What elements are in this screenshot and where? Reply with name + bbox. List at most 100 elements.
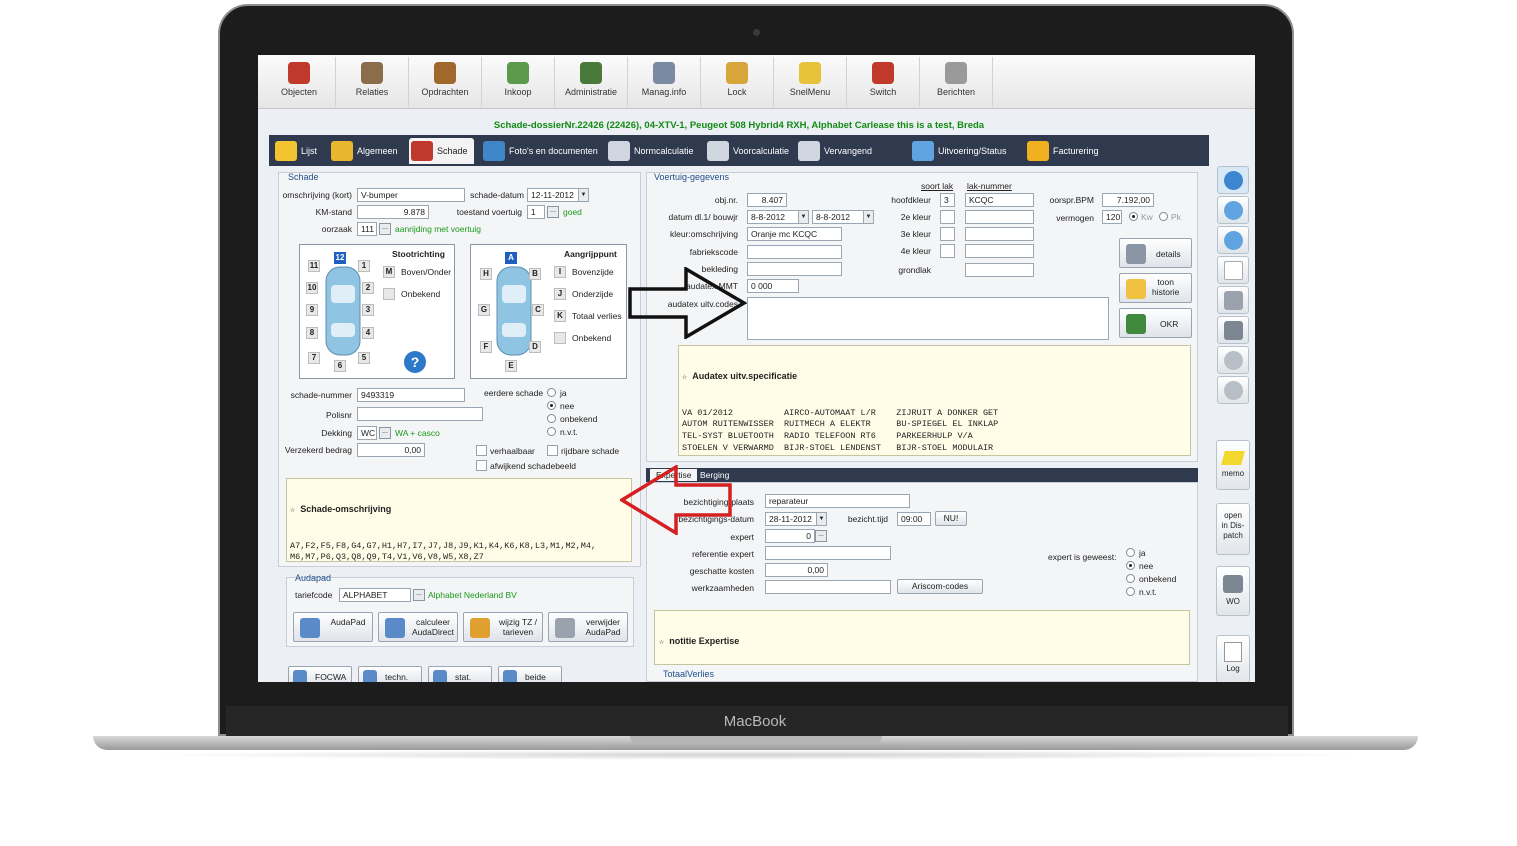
pk-radio[interactable] (1159, 212, 1168, 221)
aangrijp-letter-f[interactable]: F (480, 341, 492, 353)
eerdere-radio-ja[interactable] (547, 388, 556, 397)
stoot-key-m[interactable]: M (383, 266, 395, 278)
soort-lak-input[interactable] (940, 244, 955, 258)
okr-button[interactable]: OKR (1119, 308, 1192, 338)
eerdere-radio-nee[interactable] (547, 401, 556, 410)
aangrijp-letter-e[interactable]: E (505, 360, 517, 372)
stoot-number-2[interactable]: 2 (362, 282, 374, 294)
bottom-button-beide[interactable]: beide (498, 666, 562, 682)
stoot-number-8[interactable]: 8 (306, 327, 318, 339)
verzekerd-input[interactable]: 0,00 (357, 443, 425, 457)
bpm-input[interactable]: 7.192,00 (1102, 193, 1154, 207)
wo-button[interactable]: WO (1216, 566, 1250, 616)
tab-foto-s-en-documenten[interactable]: Foto's en documenten (481, 138, 601, 164)
open-dispatch-button[interactable]: open in Dis- patch (1216, 503, 1250, 555)
soort-lak-input[interactable] (940, 210, 955, 224)
grondlak-input[interactable] (965, 263, 1034, 277)
power-button[interactable] (1217, 166, 1249, 194)
soort-lak-input[interactable]: 3 (940, 193, 955, 207)
toolbar-relaties[interactable]: Relaties (336, 57, 409, 107)
stoot-number-5[interactable]: 5 (358, 352, 370, 364)
soort-lak-input[interactable] (940, 227, 955, 241)
tariefcode-lookup-button[interactable]: ... (413, 589, 425, 601)
scroll-up-button[interactable] (1217, 196, 1249, 224)
kw-radio[interactable] (1129, 212, 1138, 221)
eerdere-radio-onbekend[interactable] (547, 414, 556, 423)
print-button[interactable] (1217, 316, 1249, 344)
mmt-input[interactable]: 0 000 (747, 279, 799, 293)
schade-omschrijving-memo[interactable]: ☆ Schade-omschrijving A7,F2,F5,F8,G4,G7,… (286, 478, 632, 562)
toolbar-berichten[interactable]: Berichten (920, 57, 993, 107)
aangrijp-letter-d[interactable]: D (529, 341, 541, 353)
aangrijp-key-i[interactable]: I (554, 266, 566, 278)
scroll-down-button[interactable] (1217, 226, 1249, 254)
stoot-number-4[interactable]: 4 (362, 327, 374, 339)
polisnr-input[interactable] (357, 407, 483, 421)
kleur-input[interactable]: Oranje mc KCQC (747, 227, 842, 241)
tab-normcalculatie[interactable]: Normcalculatie (606, 138, 698, 164)
audapad-button-2[interactable]: wijzig TZ / tarieven (463, 612, 543, 642)
plaats-input[interactable]: reparateur (765, 494, 910, 508)
memo-button[interactable]: memo (1216, 440, 1250, 490)
toolbar-manag-info[interactable]: Manag.info (628, 57, 701, 107)
geweest-radio-nvt[interactable] (1126, 587, 1135, 596)
stoot-number-7[interactable]: 7 (308, 352, 320, 364)
tab-uitvoering-status[interactable]: Uitvoering/Status (910, 138, 1020, 164)
vermogen-input[interactable]: 120 (1102, 210, 1122, 224)
stoot-number-9[interactable]: 9 (306, 304, 318, 316)
schade-nummer-input[interactable]: 9493319 (357, 388, 465, 402)
schade-datum-input[interactable]: 12-11-2012 ▼ (527, 188, 589, 202)
aangrijp-letter-a[interactable]: A (505, 252, 517, 264)
eerdere-radio-nvt[interactable] (547, 427, 556, 436)
bezicht-tijd-input[interactable]: 09:00 (897, 512, 931, 526)
stoot-number-1[interactable]: 1 (358, 260, 370, 272)
toolbar-objecten[interactable]: Objecten (263, 57, 336, 107)
toolbar-lock[interactable]: Lock (701, 57, 774, 107)
aangrijp-key-k[interactable]: K (554, 310, 566, 322)
notitie-expertise-memo[interactable]: ☆ notitie Expertise (654, 610, 1190, 665)
tab-voorcalculatie[interactable]: Voorcalculatie (705, 138, 789, 164)
toestand-lookup-button[interactable]: ... (547, 206, 559, 218)
audapad-button-0[interactable]: AudaPad (293, 612, 373, 642)
stoot-number-10[interactable]: 10 (306, 282, 318, 294)
toestand-input[interactable]: 1 (527, 205, 545, 219)
stoot-number-11[interactable]: 11 (308, 260, 320, 272)
toolbar-opdrachten[interactable]: Opdrachten (409, 57, 482, 107)
bottom-button-stat[interactable]: stat. (428, 666, 492, 682)
kosten-input[interactable]: 0,00 (765, 563, 828, 577)
toolbar-administratie[interactable]: Administratie (555, 57, 628, 107)
bottom-button-focwa[interactable]: FOCWA (288, 666, 352, 682)
lak-nummer-input[interactable] (965, 244, 1034, 258)
new-document-button[interactable] (1217, 256, 1249, 284)
afwijkend-checkbox[interactable] (476, 460, 487, 471)
ariscom-codes-button[interactable]: Ariscom-codes (897, 579, 983, 594)
aangrijp-letter-c[interactable]: C (532, 304, 544, 316)
rijdbare-checkbox[interactable] (547, 445, 558, 456)
stoot-key-onbekend[interactable] (383, 288, 395, 300)
toon-historie-button[interactable]: toon historie (1119, 273, 1192, 303)
oorzaak-input[interactable]: 111 (357, 222, 377, 236)
omschrijving-input[interactable]: V-bumper (357, 188, 465, 202)
tab-lijst[interactable]: Lijst (273, 138, 325, 164)
nu-button[interactable]: NU! (935, 511, 967, 526)
tab-schade[interactable]: Schade (409, 138, 474, 164)
bekleding-input[interactable] (747, 262, 842, 276)
objnr-input[interactable]: 8.407 (747, 193, 787, 207)
bezicht-datum-input[interactable]: 28-11-2012 ▼ (765, 512, 827, 526)
expert-input[interactable]: 0 (765, 529, 815, 543)
confirm-button[interactable] (1217, 376, 1249, 404)
aangrijp-letter-h[interactable]: H (480, 268, 492, 280)
stoot-number-12[interactable]: 12 (334, 252, 346, 264)
lak-nummer-input[interactable] (965, 210, 1034, 224)
dekking-input[interactable]: WC (357, 426, 377, 440)
toolbar-snelmenu[interactable]: SnelMenu (774, 57, 847, 107)
audapad-button-1[interactable]: calculeer AudaDirect (378, 612, 458, 642)
lak-nummer-input[interactable] (965, 227, 1034, 241)
aangrijp-letter-b[interactable]: B (529, 268, 541, 280)
verhaalbaar-checkbox[interactable] (476, 445, 487, 456)
help-icon[interactable]: ? (404, 351, 426, 373)
oorzaak-lookup-button[interactable]: ... (379, 223, 391, 235)
geweest-radio-nee[interactable] (1126, 561, 1135, 570)
tab-algemeen[interactable]: Algemeen (329, 138, 405, 164)
expert-lookup-button[interactable]: ... (815, 530, 827, 542)
